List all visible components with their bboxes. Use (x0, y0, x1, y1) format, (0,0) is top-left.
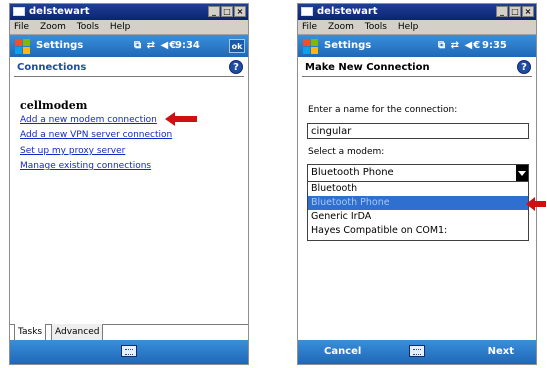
modem-option-generic-irda[interactable]: Generic IrDA (308, 210, 528, 224)
volume-icon[interactable]: ◀€ (465, 40, 482, 51)
pocketpc-screen-connections: delstewart _ □ × File Zoom Tools Help Se… (9, 3, 249, 365)
network-icon[interactable]: ⧉ (134, 40, 142, 51)
softkey-bar (10, 340, 248, 364)
page-title: Connections (17, 62, 87, 73)
next-button[interactable]: Next (488, 346, 514, 357)
divider (302, 76, 532, 77)
cancel-button[interactable]: Cancel (324, 346, 361, 357)
connection-name-input[interactable] (307, 123, 529, 139)
windows-start-icon[interactable] (302, 38, 318, 54)
nav-title: Settings (36, 40, 84, 51)
modem-select[interactable]: Bluetooth Phone (307, 164, 529, 182)
window-titlebar: delstewart _ □ × (10, 4, 248, 20)
navigation-bar: Settings ⧉ ⇄ ◀€ 9:34 ok (10, 35, 248, 57)
maximize-button[interactable]: □ (221, 6, 233, 17)
red-arrow-icon (526, 197, 546, 211)
page-title: Make New Connection (305, 62, 430, 73)
clock[interactable]: 9:34 (175, 35, 200, 57)
menu-help[interactable]: Help (110, 22, 131, 32)
clock[interactable]: 9:35 (482, 35, 507, 57)
menu-file[interactable]: File (14, 22, 29, 32)
help-icon[interactable]: ? (517, 60, 531, 74)
connection-name-label: Enter a name for the connection: (308, 105, 458, 115)
tab-advanced[interactable]: Advanced (51, 324, 104, 341)
window-title: delstewart (317, 6, 378, 17)
chevron-down-icon[interactable] (516, 165, 528, 181)
minimize-button[interactable]: _ (496, 6, 508, 17)
windows-start-icon[interactable] (14, 38, 30, 54)
add-vpn-connection-link[interactable]: Add a new VPN server connection (20, 130, 172, 140)
menu-zoom[interactable]: Zoom (40, 22, 66, 32)
window-title: delstewart (29, 6, 90, 17)
modem-option-bluetooth[interactable]: Bluetooth (308, 182, 528, 196)
menu-zoom[interactable]: Zoom (328, 22, 354, 32)
network-icon[interactable]: ⧉ (438, 40, 446, 51)
nav-title: Settings (324, 40, 372, 51)
red-arrow-icon (165, 112, 197, 126)
add-modem-connection-link[interactable]: Add a new modem connection (20, 115, 157, 125)
sync-icon[interactable]: ⇄ (147, 40, 156, 51)
section-heading: cellmodem (20, 99, 88, 112)
modem-option-bluetooth-phone[interactable]: Bluetooth Phone (308, 196, 528, 210)
manage-connections-link[interactable]: Manage existing connections (20, 161, 151, 171)
pocketpc-screen-make-new-connection: delstewart _ □ × File Zoom Tools Help Se… (297, 3, 537, 365)
setup-proxy-link[interactable]: Set up my proxy server (20, 146, 125, 156)
menu-tools[interactable]: Tools (365, 22, 387, 32)
navigation-bar: Settings ⧉ ⇄ ◀€ 9:35 (298, 35, 536, 57)
maximize-button[interactable]: □ (509, 6, 521, 17)
menu-file[interactable]: File (302, 22, 317, 32)
menu-tools[interactable]: Tools (77, 22, 99, 32)
app-icon (13, 7, 25, 16)
sync-icon[interactable]: ⇄ (451, 40, 460, 51)
softkey-bar: Cancel Next (298, 340, 536, 364)
minimize-button[interactable]: _ (208, 6, 220, 17)
modem-label: Select a modem: (308, 147, 385, 157)
close-button[interactable]: × (522, 6, 534, 17)
modem-dropdown-list: Bluetooth Bluetooth Phone Generic IrDA H… (307, 181, 529, 241)
tab-tasks[interactable]: Tasks (14, 324, 47, 341)
menu-bar: File Zoom Tools Help (10, 20, 248, 35)
modem-option-hayes-com1[interactable]: Hayes Compatible on COM1: (308, 224, 528, 238)
divider (14, 76, 244, 77)
close-button[interactable]: × (234, 6, 246, 17)
ok-button[interactable]: ok (229, 39, 245, 53)
app-icon (301, 7, 313, 16)
menu-bar: File Zoom Tools Help (298, 20, 536, 35)
help-icon[interactable]: ? (229, 60, 243, 74)
keyboard-icon[interactable] (121, 345, 137, 357)
keyboard-icon[interactable] (409, 345, 425, 357)
window-titlebar: delstewart _ □ × (298, 4, 536, 20)
modem-select-value: Bluetooth Phone (311, 167, 394, 178)
menu-help[interactable]: Help (398, 22, 419, 32)
